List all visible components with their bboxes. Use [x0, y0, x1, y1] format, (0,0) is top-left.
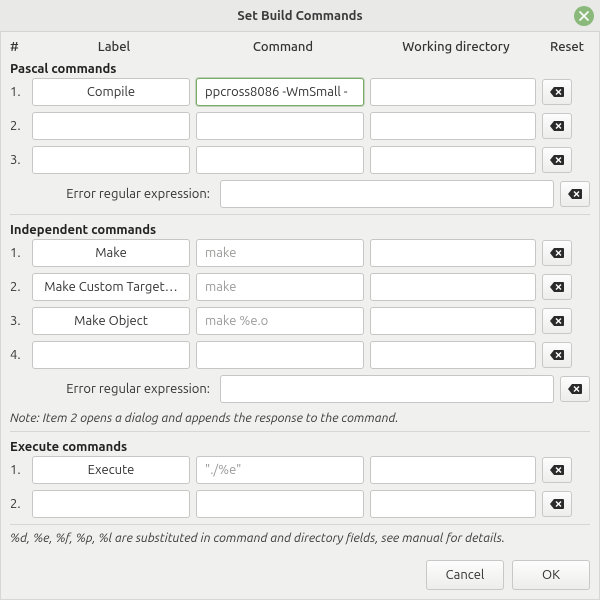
row-number: 2.	[10, 119, 32, 133]
independent-row-3: 3. Make Object make %e.o	[10, 307, 590, 335]
reset-button[interactable]	[542, 240, 572, 266]
command-input[interactable]: ppcross8086 -WmSmall -	[196, 78, 364, 106]
pascal-row-1: 1. Compile ppcross8086 -WmSmall -	[10, 78, 590, 106]
label-input[interactable]	[32, 490, 190, 518]
command-input[interactable]: make	[196, 239, 364, 267]
independent-regex-row: Error regular expression:	[10, 375, 590, 403]
pascal-row-2: 2.	[10, 112, 590, 140]
backspace-icon	[550, 120, 564, 132]
header-reset: Reset	[542, 40, 586, 54]
row-number: 3.	[10, 314, 32, 328]
backspace-icon	[550, 349, 564, 361]
row-number: 1.	[10, 463, 32, 477]
label-input[interactable]	[32, 146, 190, 174]
header-command: Command	[196, 40, 370, 54]
command-input[interactable]	[196, 112, 364, 140]
independent-row-4: 4.	[10, 341, 590, 369]
reset-button[interactable]	[560, 181, 590, 207]
backspace-icon	[550, 315, 564, 327]
section-pascal-heading: Pascal commands	[10, 58, 590, 78]
dialog-content: # Label Command Working directory Reset …	[0, 32, 600, 552]
regex-input[interactable]	[220, 375, 554, 403]
workdir-input[interactable]	[370, 112, 536, 140]
row-number: 1.	[10, 85, 32, 99]
workdir-input[interactable]	[370, 78, 536, 106]
row-number: 1.	[10, 246, 32, 260]
reset-button[interactable]	[542, 147, 572, 173]
backspace-icon	[550, 464, 564, 476]
label-input[interactable]: Execute	[32, 456, 190, 484]
reset-button[interactable]	[560, 376, 590, 402]
independent-row-2: 2. Make Custom Target… make	[10, 273, 590, 301]
command-input[interactable]: make	[196, 273, 364, 301]
command-input[interactable]: "./%e"	[196, 456, 364, 484]
backspace-icon	[550, 247, 564, 259]
button-bar: Cancel OK	[0, 552, 600, 600]
divider	[10, 214, 590, 215]
footnote: %d, %e, %f, %p, %l are substituted in co…	[10, 529, 590, 549]
titlebar: Set Build Commands	[0, 0, 600, 32]
workdir-input[interactable]	[370, 239, 536, 267]
reset-button[interactable]	[542, 491, 572, 517]
backspace-icon	[550, 498, 564, 510]
backspace-icon	[568, 383, 582, 395]
independent-note: Note: Item 2 opens a dialog and appends …	[10, 409, 590, 429]
divider	[10, 524, 590, 525]
reset-button[interactable]	[542, 79, 572, 105]
header-wd: Working directory	[370, 40, 542, 54]
row-number: 4.	[10, 348, 32, 362]
backspace-icon	[550, 281, 564, 293]
close-button[interactable]	[574, 6, 594, 26]
workdir-input[interactable]	[370, 146, 536, 174]
label-input[interactable]	[32, 341, 190, 369]
reset-button[interactable]	[542, 274, 572, 300]
cancel-button[interactable]: Cancel	[426, 560, 504, 590]
label-input[interactable]	[32, 112, 190, 140]
regex-input[interactable]	[220, 180, 554, 208]
workdir-input[interactable]	[370, 273, 536, 301]
pascal-regex-row: Error regular expression:	[10, 180, 590, 208]
section-independent-heading: Independent commands	[10, 219, 590, 239]
pascal-row-3: 3.	[10, 146, 590, 174]
reset-button[interactable]	[542, 342, 572, 368]
command-input[interactable]	[196, 146, 364, 174]
header-label: Label	[32, 40, 196, 54]
independent-row-1: 1. Make make	[10, 239, 590, 267]
row-number: 3.	[10, 153, 32, 167]
header-num: #	[10, 40, 32, 54]
backspace-icon	[568, 188, 582, 200]
section-execute-heading: Execute commands	[10, 436, 590, 456]
reset-button[interactable]	[542, 308, 572, 334]
column-headers: # Label Command Working directory Reset	[10, 38, 590, 58]
execute-row-2: 2.	[10, 490, 590, 518]
execute-row-1: 1. Execute "./%e"	[10, 456, 590, 484]
reset-button[interactable]	[542, 113, 572, 139]
row-number: 2.	[10, 497, 32, 511]
command-input[interactable]	[196, 490, 364, 518]
label-input[interactable]: Make	[32, 239, 190, 267]
ok-button[interactable]: OK	[512, 560, 590, 590]
command-input[interactable]	[196, 341, 364, 369]
label-input[interactable]: Compile	[32, 78, 190, 106]
divider	[10, 431, 590, 432]
label-input[interactable]: Make Object	[32, 307, 190, 335]
regex-label: Error regular expression:	[10, 382, 220, 396]
backspace-icon	[550, 86, 564, 98]
backspace-icon	[550, 154, 564, 166]
workdir-input[interactable]	[370, 456, 536, 484]
label-input[interactable]: Make Custom Target…	[32, 273, 190, 301]
row-number: 2.	[10, 280, 32, 294]
command-input[interactable]: make %e.o	[196, 307, 364, 335]
window-title: Set Build Commands	[0, 9, 600, 23]
workdir-input[interactable]	[370, 341, 536, 369]
dialog-window: Set Build Commands # Label Command Worki…	[0, 0, 600, 600]
workdir-input[interactable]	[370, 307, 536, 335]
regex-label: Error regular expression:	[10, 187, 220, 201]
reset-button[interactable]	[542, 457, 572, 483]
workdir-input[interactable]	[370, 490, 536, 518]
close-icon	[579, 11, 589, 21]
